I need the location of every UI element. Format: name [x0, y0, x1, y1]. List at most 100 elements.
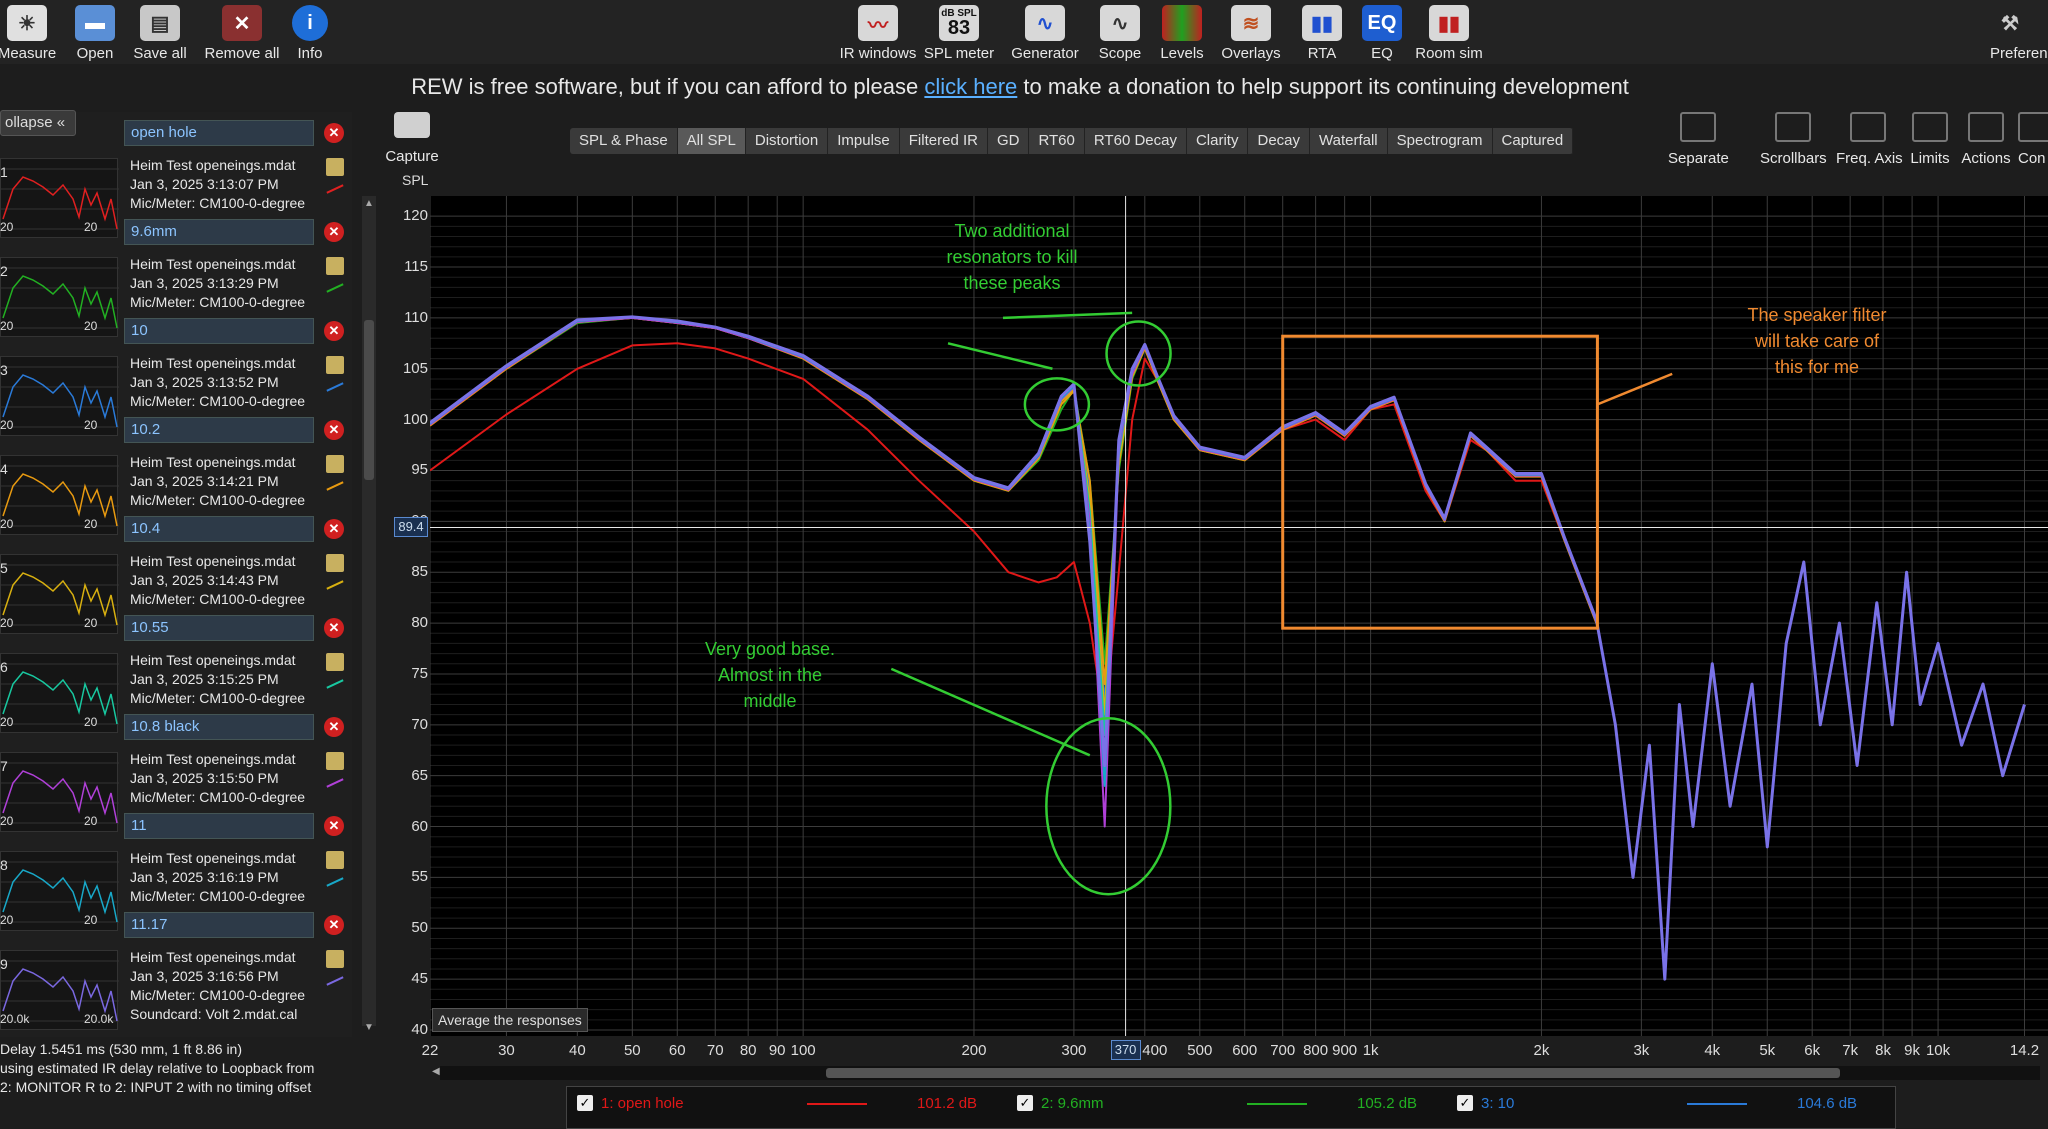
thumbnail-trace	[2, 473, 118, 527]
overlays-button[interactable]: ≋ Overlays	[1218, 0, 1284, 62]
y-axis-label: SPL	[402, 172, 429, 188]
edit-notes-icon[interactable]	[326, 158, 344, 176]
tab-rt60[interactable]: RT60	[1029, 128, 1085, 154]
delete-measurement-icon[interactable]: ✕	[324, 519, 344, 539]
legend-checkbox[interactable]: ✓	[1017, 1095, 1033, 1111]
edit-notes-icon[interactable]	[326, 653, 344, 671]
tab-decay[interactable]: Decay	[1248, 128, 1311, 154]
measurement-name-field[interactable]: 10.2	[124, 417, 314, 443]
freq-axis-icon	[1850, 112, 1886, 142]
measurement-name-field[interactable]: 11.17	[124, 912, 314, 938]
limits-button[interactable]: Limits	[1908, 112, 1952, 167]
measurement-name-field[interactable]: 10.4	[124, 516, 314, 542]
levels-button[interactable]: Levels	[1158, 0, 1206, 62]
info-icon: i	[292, 5, 328, 41]
tab-waterfall[interactable]: Waterfall	[1310, 128, 1388, 154]
eq-button[interactable]: EQ EQ	[1362, 0, 1402, 62]
remove-all-button[interactable]: ✕ Remove all	[202, 0, 282, 62]
scope-button[interactable]: ∿ Scope	[1094, 0, 1146, 62]
actions-button[interactable]: Actions	[1960, 112, 2012, 167]
preferences-button[interactable]: ⚒ Preferen	[1990, 0, 2048, 63]
measurement-thumbnail[interactable]	[0, 653, 119, 733]
y-tick-label: 120	[402, 207, 428, 225]
x-tick-label: 50	[623, 1042, 641, 1059]
measurement-name-field[interactable]: 11	[124, 813, 314, 839]
tab-distortion[interactable]: Distortion	[746, 128, 829, 154]
y-tick-label: 115	[404, 258, 428, 276]
collapse-button[interactable]: ollapse «	[0, 110, 76, 136]
tab-spl-phase[interactable]: SPL & Phase	[570, 128, 678, 154]
measurement-thumbnail[interactable]	[0, 257, 119, 337]
save-all-button[interactable]: ▤ Save all	[130, 0, 190, 62]
delete-measurement-icon[interactable]: ✕	[324, 222, 344, 242]
measurement-name-field[interactable]: 10.55	[124, 615, 314, 641]
edit-notes-icon[interactable]	[326, 257, 344, 275]
measurement-date: Jan 3, 2025 3:15:50 PM	[130, 770, 279, 786]
scrollbars-button[interactable]: Scrollbars	[1760, 112, 1827, 167]
donation-link[interactable]: click here	[924, 74, 1017, 99]
tab-spectrogram[interactable]: Spectrogram	[1388, 128, 1493, 154]
freq-axis-button[interactable]: Freq. Axis	[1836, 112, 1903, 167]
measurement-name-field[interactable]: 9.6mm	[124, 219, 314, 245]
panel-scrollbar-thumb[interactable]	[364, 320, 374, 480]
legend-checkbox[interactable]: ✓	[1457, 1095, 1473, 1111]
measurement-thumbnail[interactable]	[0, 752, 119, 832]
measurement-name-field[interactable]: 10.8 black	[124, 714, 314, 740]
scroll-up-icon[interactable]: ▲	[364, 198, 374, 209]
measurement-thumbnail[interactable]	[0, 554, 119, 634]
graph-hscrollbar-thumb[interactable]	[826, 1068, 1840, 1078]
ir-windows-button[interactable]: 〰 IR windows	[838, 0, 918, 62]
delete-measurement-icon[interactable]: ✕	[324, 420, 344, 440]
measurement-date: Jan 3, 2025 3:14:21 PM	[130, 473, 279, 489]
y-tick-label: 95	[411, 461, 428, 479]
tab-impulse[interactable]: Impulse	[828, 128, 900, 154]
measurement-date: Jan 3, 2025 3:13:07 PM	[130, 176, 279, 192]
delete-measurement-icon[interactable]: ✕	[324, 618, 344, 638]
rta-button[interactable]: ▮▮ RTA	[1302, 0, 1342, 62]
info-button[interactable]: i Info	[292, 0, 328, 62]
series-line-1	[430, 342, 1598, 726]
average-responses-button[interactable]: Average the responses	[432, 1008, 588, 1032]
delete-measurement-icon[interactable]: ✕	[324, 321, 344, 341]
capture-button[interactable]: Capture	[382, 112, 442, 165]
measure-button[interactable]: ☀ Measure	[0, 0, 56, 62]
edit-notes-icon[interactable]	[326, 851, 344, 869]
delete-measurement-icon[interactable]: ✕	[324, 717, 344, 737]
measurement-thumbnail[interactable]	[0, 356, 119, 436]
measurement-thumbnail[interactable]	[0, 455, 119, 535]
measurement-name-field[interactable]: open hole	[124, 120, 314, 146]
tab-all-spl[interactable]: All SPL	[677, 128, 746, 154]
tab-rt60-decay[interactable]: RT60 Decay	[1085, 128, 1187, 154]
separate-button[interactable]: Separate	[1668, 112, 1729, 167]
open-button[interactable]: ▬ Open	[70, 0, 120, 62]
controls-button[interactable]: Con	[2018, 112, 2048, 167]
measurement-mic: Mic/Meter: CM100-0-degree	[130, 294, 306, 310]
edit-notes-icon[interactable]	[326, 950, 344, 968]
delete-measurement-icon[interactable]: ✕	[324, 915, 344, 935]
controls-icon	[2018, 112, 2048, 142]
edit-notes-icon[interactable]	[326, 356, 344, 374]
room-sim-button[interactable]: ▮▮ Room sim	[1414, 0, 1484, 62]
tab-filtered-ir[interactable]: Filtered IR	[900, 128, 988, 154]
legend-checkbox[interactable]: ✓	[577, 1095, 593, 1111]
scroll-down-icon[interactable]: ▼	[364, 1022, 374, 1033]
measurement-date: Jan 3, 2025 3:16:19 PM	[130, 869, 279, 885]
actions-icon	[1968, 112, 2004, 142]
edit-notes-icon[interactable]	[326, 554, 344, 572]
delete-measurement-icon[interactable]: ✕	[324, 123, 344, 143]
measurement-name-field[interactable]: 10	[124, 318, 314, 344]
edit-notes-icon[interactable]	[326, 752, 344, 770]
x-tick-label: 10k	[1925, 1042, 1951, 1059]
measurement-thumbnail[interactable]	[0, 158, 119, 238]
delete-measurement-icon[interactable]: ✕	[324, 816, 344, 836]
tab-gd[interactable]: GD	[988, 128, 1030, 154]
tab-captured[interactable]: Captured	[1493, 128, 1574, 154]
y-tick-label: 50	[411, 919, 428, 937]
measurement-thumbnail[interactable]	[0, 851, 119, 931]
edit-notes-icon[interactable]	[326, 455, 344, 473]
spl-meter-button[interactable]: dB SPL 83 SPL meter	[924, 0, 994, 62]
scroll-left-icon[interactable]: ◀	[432, 1066, 440, 1077]
tab-clarity[interactable]: Clarity	[1187, 128, 1249, 154]
generator-button[interactable]: ∿ Generator	[1010, 0, 1080, 62]
y-tick-label: 70	[411, 715, 428, 733]
